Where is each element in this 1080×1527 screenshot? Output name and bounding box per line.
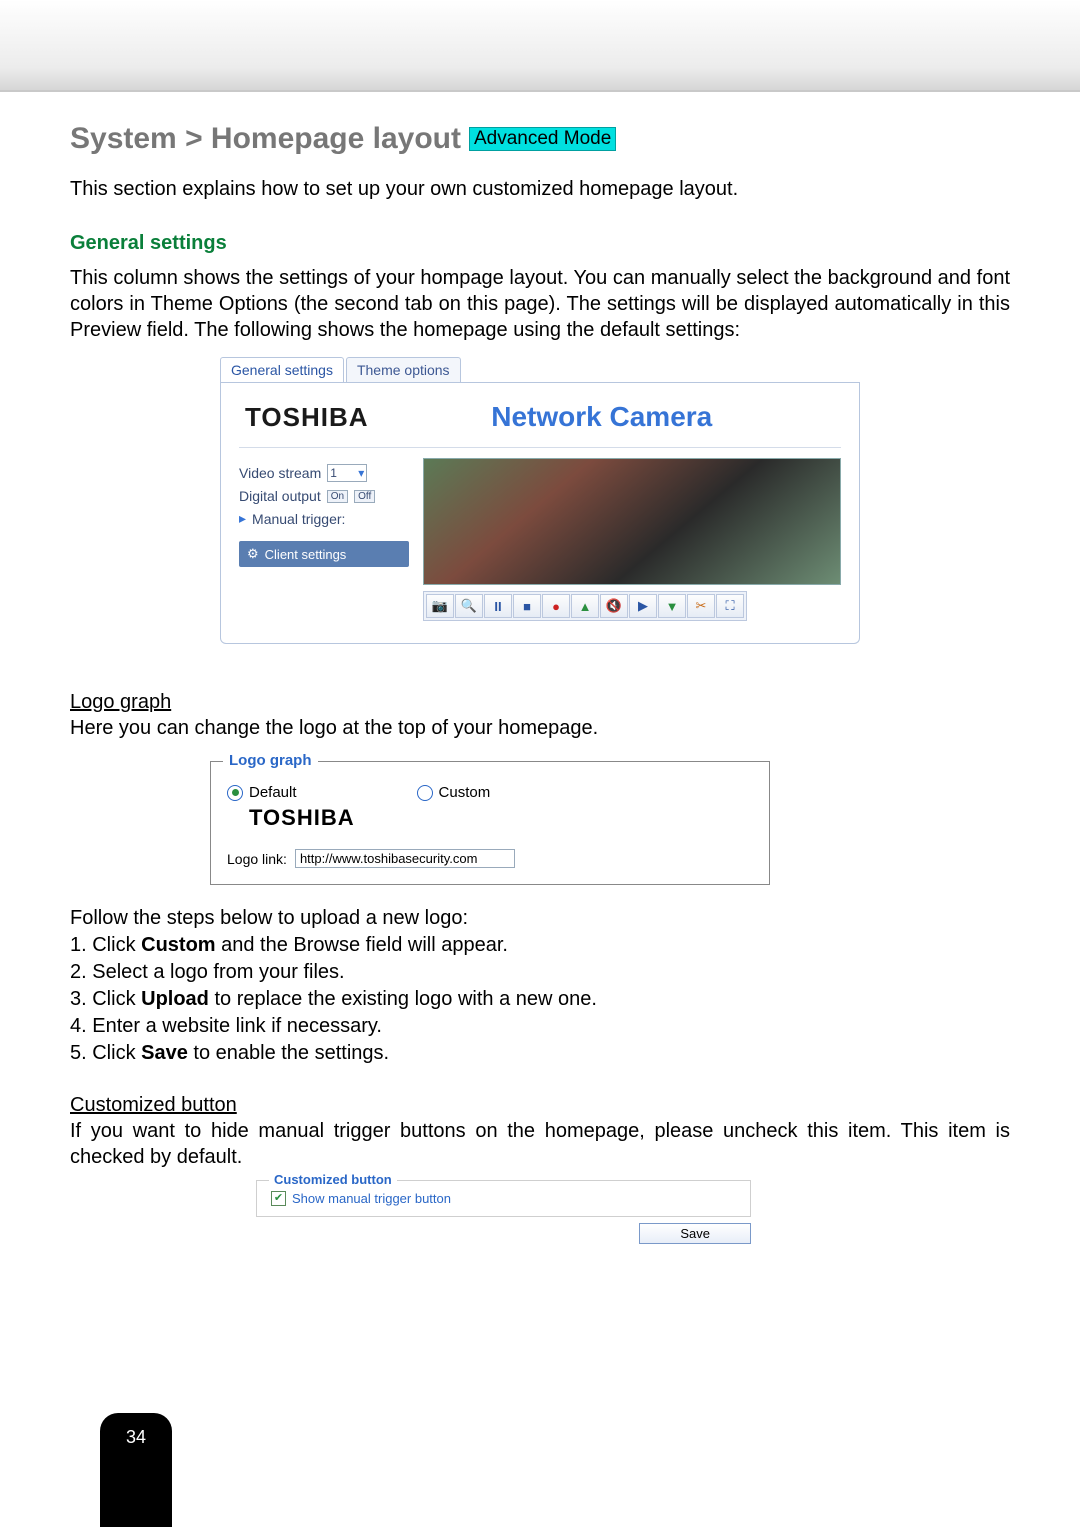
expand-icon: ▸: [239, 510, 246, 527]
preview-tabstrip: General settings Theme options: [220, 357, 860, 383]
radio-default[interactable]: Default: [227, 784, 297, 801]
digital-output-on-button[interactable]: On: [327, 490, 348, 503]
customized-button-fieldset: Customized button ✔ Show manual trigger …: [256, 1180, 751, 1217]
logo-graph-block: Logo graph Here you can change the logo …: [70, 689, 1010, 741]
step-4: 4. Enter a website link if necessary.: [70, 1013, 1010, 1040]
show-manual-trigger-label: Show manual trigger button: [292, 1191, 451, 1206]
page-content: System > Homepage layout Advanced Mode T…: [0, 92, 1080, 1464]
preview-product-title: Network Camera: [369, 401, 835, 433]
preview-video-column: 📷 🔍 II ■ ● ▲ 🔇 ▶ ▼ ✂ ⛶: [423, 458, 841, 621]
volume-up-icon[interactable]: ▲: [571, 594, 599, 618]
tab-general-settings[interactable]: General settings: [220, 357, 344, 382]
pause-icon[interactable]: II: [484, 594, 512, 618]
logo-graph-intro: Here you can change the logo at the top …: [70, 717, 598, 739]
client-settings-label: Client settings: [265, 547, 347, 562]
customized-button-paragraph: If you want to hide manual trigger butto…: [70, 1120, 1010, 1168]
record-icon[interactable]: ●: [542, 594, 570, 618]
preview-video-frame: [423, 458, 841, 585]
preview-header-row: TOSHIBA Network Camera: [239, 401, 841, 447]
camera-icon[interactable]: 📷: [426, 594, 454, 618]
step-1: 1. Click Custom and the Browse field wil…: [70, 932, 1010, 959]
page-title: System > Homepage layout Advanced Mode: [70, 122, 1010, 156]
video-stream-value: 1: [330, 466, 337, 480]
logo-preview-text: TOSHIBA: [249, 805, 753, 831]
client-settings-bar[interactable]: ⚙ Client settings: [239, 541, 409, 567]
radio-custom-label: Custom: [439, 784, 491, 801]
preview-brand-logo: TOSHIBA: [245, 402, 369, 433]
gear-icon: ⚙: [247, 546, 259, 562]
steps-intro: Follow the steps below to upload a new l…: [70, 905, 1010, 932]
stop-icon[interactable]: ■: [513, 594, 541, 618]
digital-output-off-button[interactable]: Off: [354, 490, 375, 503]
preview-toolbar: 📷 🔍 II ■ ● ▲ 🔇 ▶ ▼ ✂ ⛶: [423, 591, 747, 621]
show-manual-trigger-checkbox[interactable]: ✔: [271, 1191, 286, 1206]
step-3: 3. Click Upload to replace the existing …: [70, 986, 1010, 1013]
radio-custom[interactable]: Custom: [417, 784, 491, 801]
radio-default-label: Default: [249, 784, 297, 801]
logo-graph-heading: Logo graph: [70, 691, 171, 713]
advanced-mode-badge: Advanced Mode: [469, 127, 616, 151]
page-number: 34: [126, 1427, 146, 1448]
page-header-band: [0, 0, 1080, 92]
video-stream-select[interactable]: 1 ▾: [327, 464, 367, 482]
general-settings-heading: General settings: [70, 232, 1010, 255]
fullscreen-icon[interactable]: ⛶: [716, 594, 744, 618]
video-stream-label: Video stream: [239, 465, 321, 481]
step-5: 5. Click Save to enable the settings.: [70, 1040, 1010, 1067]
logo-graph-legend: Logo graph: [223, 752, 318, 769]
customized-button-legend: Customized button: [269, 1172, 397, 1187]
cut-icon[interactable]: ✂: [687, 594, 715, 618]
logo-link-label: Logo link:: [227, 851, 287, 867]
play-icon[interactable]: ▶: [629, 594, 657, 618]
radio-default-dot: [227, 785, 243, 801]
check-icon: ✔: [274, 1193, 283, 1204]
preview-body: TOSHIBA Network Camera Video stream 1 ▾: [220, 383, 860, 644]
logo-graph-fieldset: Logo graph Default Custom TOSHIBA Logo l…: [210, 761, 770, 885]
save-button[interactable]: Save: [639, 1223, 751, 1244]
upload-steps: Follow the steps below to upload a new l…: [70, 905, 1010, 1067]
radio-custom-dot: [417, 785, 433, 801]
digital-output-label: Digital output: [239, 488, 321, 504]
logo-link-input[interactable]: [295, 849, 515, 868]
page-number-tab: 34: [100, 1413, 172, 1527]
volume-down-icon[interactable]: ▼: [658, 594, 686, 618]
intro-paragraph: This section explains how to set up your…: [70, 176, 1010, 202]
page-title-text: System > Homepage layout: [70, 122, 461, 156]
step-2: 2. Select a logo from your files.: [70, 959, 1010, 986]
customized-button-block: Customized button If you want to hide ma…: [70, 1092, 1010, 1170]
chevron-down-icon: ▾: [358, 466, 364, 480]
tab-theme-options[interactable]: Theme options: [346, 357, 461, 382]
homepage-preview: General settings Theme options TOSHIBA N…: [220, 357, 860, 644]
general-settings-paragraph: This column shows the settings of your h…: [70, 265, 1010, 343]
mute-icon[interactable]: 🔇: [600, 594, 628, 618]
zoom-icon[interactable]: 🔍: [455, 594, 483, 618]
manual-trigger-label: Manual trigger:: [252, 511, 345, 527]
preview-sidebar: Video stream 1 ▾ Digital output On Off: [239, 458, 409, 621]
manual-page: System > Homepage layout Advanced Mode T…: [0, 0, 1080, 1527]
customized-button-heading: Customized button: [70, 1094, 237, 1116]
